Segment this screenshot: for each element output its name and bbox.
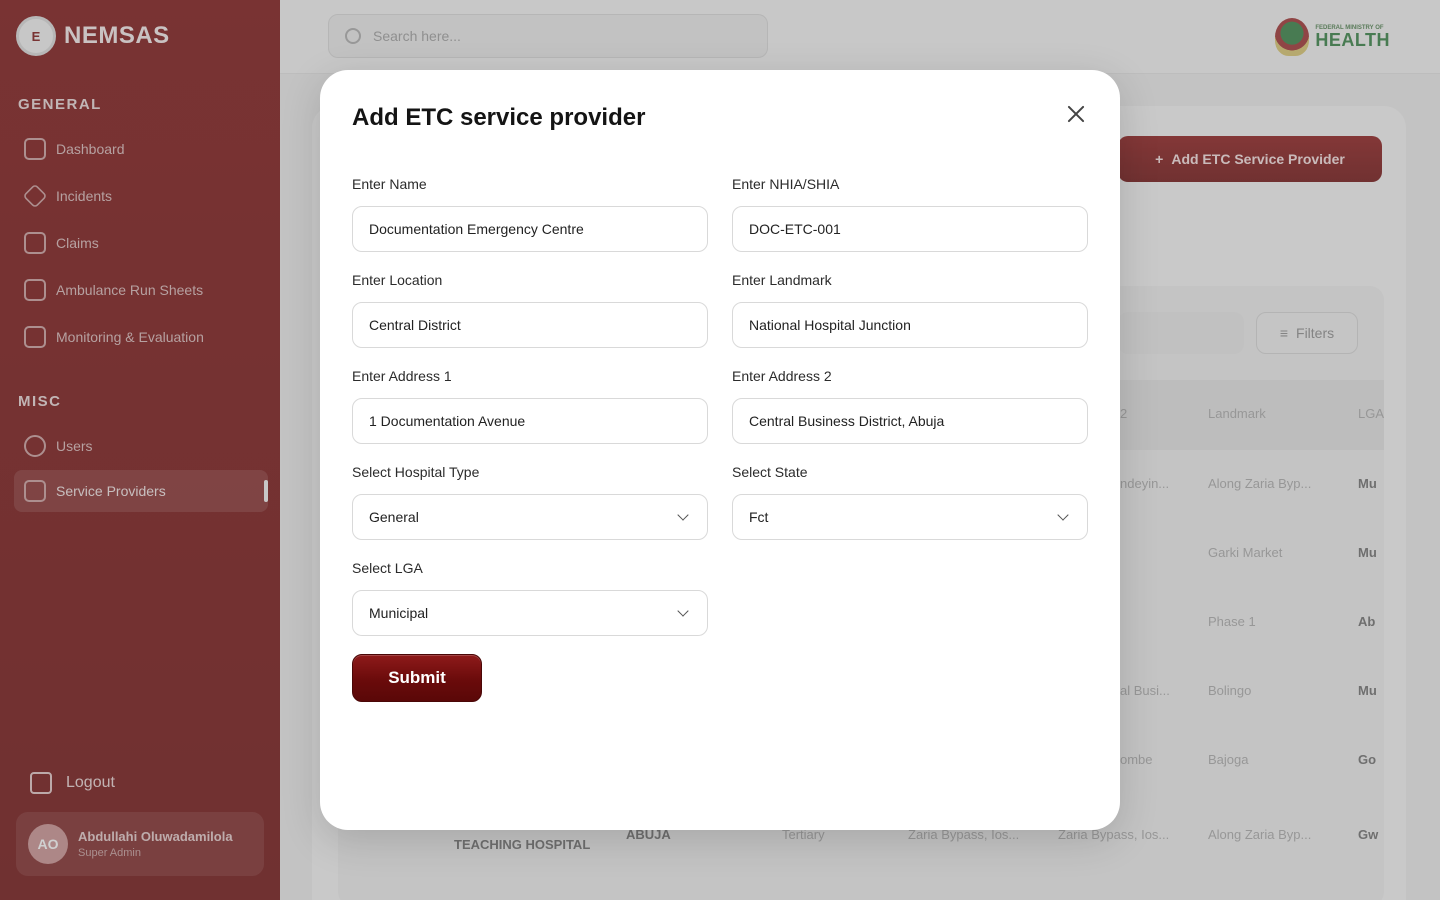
nhia-input[interactable] bbox=[732, 206, 1088, 252]
lga-field: Select LGA Municipal bbox=[352, 560, 708, 636]
lga-label: Select LGA bbox=[352, 560, 423, 576]
state-value: Fct bbox=[749, 509, 769, 525]
address1-field: Enter Address 1 bbox=[352, 368, 708, 444]
chevron-down-icon bbox=[677, 605, 689, 617]
address1-input[interactable] bbox=[352, 398, 708, 444]
add-etc-provider-modal: Add ETC service provider Enter Name Ente… bbox=[320, 70, 1120, 830]
lga-value: Municipal bbox=[369, 605, 429, 621]
hospital-type-select[interactable]: General bbox=[352, 494, 708, 540]
hospital-type-field: Select Hospital Type General bbox=[352, 464, 708, 540]
name-label: Enter Name bbox=[352, 176, 427, 192]
chevron-down-icon bbox=[677, 509, 689, 521]
address2-field: Enter Address 2 bbox=[732, 368, 1088, 444]
landmark-input[interactable] bbox=[732, 302, 1088, 348]
name-input[interactable] bbox=[352, 206, 708, 252]
nhia-field: Enter NHIA/SHIA bbox=[732, 176, 1088, 252]
modal-title: Add ETC service provider bbox=[352, 104, 646, 131]
address2-label: Enter Address 2 bbox=[732, 368, 832, 384]
landmark-label: Enter Landmark bbox=[732, 272, 832, 288]
address1-label: Enter Address 1 bbox=[352, 368, 452, 384]
state-label: Select State bbox=[732, 464, 808, 480]
submit-button[interactable]: Submit bbox=[352, 654, 482, 702]
chevron-down-icon bbox=[1057, 509, 1069, 521]
address2-input[interactable] bbox=[732, 398, 1088, 444]
state-select[interactable]: Fct bbox=[732, 494, 1088, 540]
location-input[interactable] bbox=[352, 302, 708, 348]
state-field: Select State Fct bbox=[732, 464, 1088, 540]
hospital-type-label: Select Hospital Type bbox=[352, 464, 480, 480]
lga-select[interactable]: Municipal bbox=[352, 590, 708, 636]
landmark-field: Enter Landmark bbox=[732, 272, 1088, 348]
name-field: Enter Name bbox=[352, 176, 708, 252]
location-field: Enter Location bbox=[352, 272, 708, 348]
location-label: Enter Location bbox=[352, 272, 443, 288]
hospital-type-value: General bbox=[369, 509, 419, 525]
close-icon[interactable] bbox=[1064, 102, 1088, 126]
nhia-label: Enter NHIA/SHIA bbox=[732, 176, 840, 192]
